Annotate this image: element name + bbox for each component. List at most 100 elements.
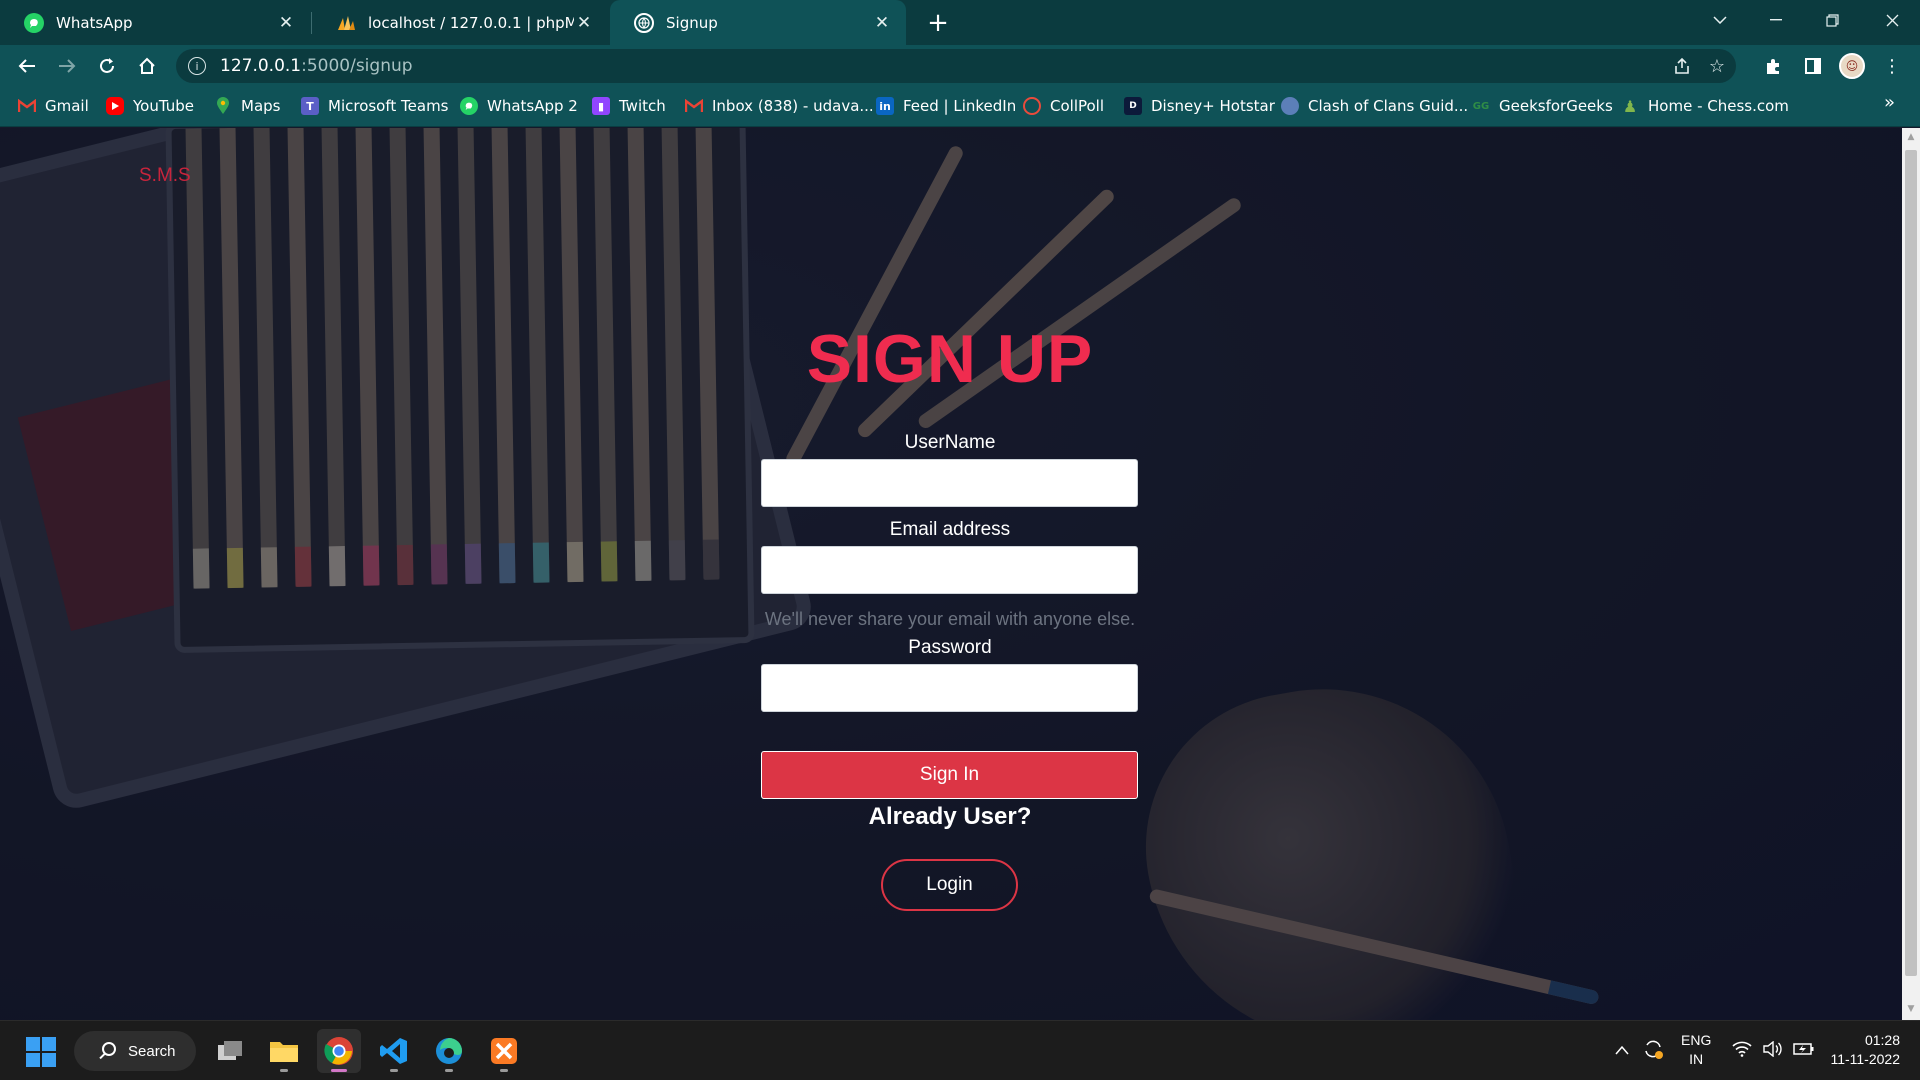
email-input[interactable] bbox=[761, 546, 1138, 594]
bookmark-label: Home - Chess.com bbox=[1648, 97, 1789, 115]
hotstar-icon: D bbox=[1124, 97, 1142, 115]
chrome-icon[interactable] bbox=[317, 1029, 361, 1073]
tab-search-chevron-icon[interactable] bbox=[1692, 0, 1748, 40]
sign-in-button[interactable]: Sign In bbox=[761, 751, 1138, 799]
bookmark-label: GeeksforGeeks bbox=[1499, 97, 1613, 115]
scroll-up-arrow-icon[interactable]: ▲ bbox=[1906, 132, 1916, 142]
side-panel-icon[interactable] bbox=[1799, 52, 1827, 80]
language-indicator[interactable]: ENG IN bbox=[1681, 1031, 1711, 1069]
system-clock[interactable]: 01:28 11-11-2022 bbox=[1826, 1031, 1900, 1069]
wifi-icon[interactable] bbox=[1732, 1041, 1752, 1061]
bookmark-label: Twitch bbox=[619, 97, 666, 115]
page-scrollbar[interactable]: ▲ ▼ bbox=[1902, 128, 1920, 1020]
restore-button[interactable] bbox=[1804, 0, 1860, 40]
forward-button[interactable] bbox=[51, 50, 83, 82]
bookmarks-bar: Gmail YouTube Maps T Microsoft Teams Wha… bbox=[0, 87, 1920, 127]
file-explorer-icon[interactable] bbox=[262, 1029, 306, 1073]
url-path: :5000/signup bbox=[301, 56, 413, 76]
new-tab-button[interactable]: + bbox=[922, 7, 954, 39]
home-button[interactable] bbox=[131, 50, 163, 82]
username-input[interactable] bbox=[761, 459, 1138, 507]
active-indicator bbox=[331, 1069, 347, 1072]
sync-update-icon[interactable] bbox=[1642, 1038, 1664, 1064]
search-icon bbox=[102, 1042, 116, 1056]
kebab-menu-icon[interactable]: ⋮ bbox=[1878, 52, 1906, 80]
browser-toolbar: i 127.0.0.1:5000/signup ☆ ⋮ bbox=[0, 45, 1920, 87]
vscode-icon[interactable] bbox=[372, 1029, 416, 1073]
chess-pawn-icon: ♟ bbox=[1622, 96, 1638, 116]
close-icon[interactable]: ✕ bbox=[872, 13, 892, 33]
bookmark-inbox[interactable]: Inbox (838) - udava... bbox=[685, 87, 874, 125]
password-input[interactable] bbox=[761, 664, 1138, 712]
address-bar[interactable]: i 127.0.0.1:5000/signup ☆ bbox=[176, 49, 1736, 83]
bookmark-whatsapp-2[interactable]: WhatsApp 2 bbox=[460, 87, 578, 125]
clock-date: 11-11-2022 bbox=[1830, 1051, 1900, 1067]
page-title: SIGN UP bbox=[806, 321, 1094, 397]
scrollbar-thumb[interactable] bbox=[1905, 150, 1917, 976]
bookmark-label: Inbox (838) - udava... bbox=[712, 97, 874, 115]
bookmark-gmail[interactable]: Gmail bbox=[18, 87, 89, 125]
close-icon[interactable]: ✕ bbox=[276, 13, 296, 33]
bookmark-label: Microsoft Teams bbox=[328, 97, 449, 115]
search-label: Search bbox=[128, 1042, 176, 1060]
profile-avatar[interactable]: ☺ bbox=[1839, 53, 1865, 79]
bookmark-linkedin[interactable]: in Feed | LinkedIn bbox=[876, 87, 1016, 125]
bookmark-star-icon[interactable]: ☆ bbox=[1706, 55, 1728, 77]
battery-icon[interactable] bbox=[1793, 1041, 1815, 1061]
brand-logo-text[interactable]: S.M.S bbox=[139, 165, 191, 187]
bookmark-label: Feed | LinkedIn bbox=[903, 97, 1017, 115]
tab-signup[interactable]: Signup ✕ bbox=[610, 0, 906, 45]
bookmark-collpoll[interactable]: CollPoll bbox=[1023, 87, 1104, 125]
tab-title: localhost / 127.0.0.1 | phpMyAdmin bbox=[368, 13, 574, 32]
taskbar-search[interactable]: Search bbox=[74, 1031, 196, 1071]
gmail-icon bbox=[18, 97, 36, 115]
close-window-button[interactable] bbox=[1864, 0, 1920, 40]
whatsapp-icon bbox=[460, 97, 478, 115]
running-indicator bbox=[280, 1069, 288, 1072]
whatsapp-icon bbox=[24, 12, 44, 33]
teams-icon: T bbox=[301, 97, 319, 115]
password-label: Password bbox=[908, 637, 992, 658]
language-code: ENG bbox=[1681, 1032, 1712, 1048]
bookmark-geeksforgeeks[interactable]: GG GeeksforGeeks bbox=[1472, 87, 1613, 125]
bookmark-maps[interactable]: Maps bbox=[214, 87, 280, 125]
task-view-icon[interactable] bbox=[208, 1029, 252, 1073]
clash-icon bbox=[1281, 97, 1299, 115]
bookmark-label: CollPoll bbox=[1050, 97, 1105, 115]
scroll-down-arrow-icon[interactable]: ▼ bbox=[1906, 1004, 1916, 1014]
tray-chevron-up-icon[interactable] bbox=[1615, 1041, 1629, 1059]
running-indicator bbox=[500, 1069, 508, 1072]
running-indicator bbox=[445, 1069, 453, 1072]
bookmark-clash-of-clans[interactable]: Clash of Clans Guid... bbox=[1281, 87, 1468, 125]
bookmark-twitch[interactable]: ▮ Twitch bbox=[592, 87, 666, 125]
tab-whatsapp[interactable]: WhatsApp ✕ bbox=[0, 0, 310, 45]
windows-taskbar: Search ENG IN 01:28 11-11-2022 bbox=[0, 1020, 1920, 1080]
bookmark-hotstar[interactable]: D Disney+ Hotstar bbox=[1124, 87, 1275, 125]
bookmark-microsoft-teams[interactable]: T Microsoft Teams bbox=[301, 87, 449, 125]
more-bookmarks-icon[interactable]: » bbox=[1884, 92, 1895, 113]
maps-icon bbox=[214, 97, 232, 115]
site-info-icon[interactable]: i bbox=[188, 57, 206, 75]
bookmark-label: Maps bbox=[241, 97, 281, 115]
login-button[interactable]: Login bbox=[881, 859, 1018, 911]
windows-start-icon[interactable] bbox=[26, 1037, 56, 1067]
clock-time: 01:28 bbox=[1864, 1032, 1900, 1048]
reload-button[interactable] bbox=[91, 50, 123, 82]
bookmark-chess[interactable]: ♟ Home - Chess.com bbox=[1621, 87, 1789, 125]
volume-icon[interactable] bbox=[1762, 1040, 1782, 1061]
minimize-button[interactable] bbox=[1748, 0, 1804, 40]
tab-phpmyadmin[interactable]: localhost / 127.0.0.1 | phpMyAdmin ✕ bbox=[312, 0, 608, 45]
extensions-puzzle-icon[interactable] bbox=[1759, 52, 1787, 80]
gmail-icon bbox=[685, 97, 703, 115]
back-button[interactable] bbox=[11, 50, 43, 82]
edge-icon[interactable] bbox=[427, 1029, 471, 1073]
bookmark-label: WhatsApp 2 bbox=[487, 97, 578, 115]
collpoll-icon bbox=[1023, 97, 1041, 115]
xampp-icon[interactable] bbox=[482, 1029, 526, 1073]
url-text: 127.0.0.1:5000/signup bbox=[220, 56, 413, 76]
bookmark-youtube[interactable]: YouTube bbox=[106, 87, 194, 125]
twitch-icon: ▮ bbox=[592, 97, 610, 115]
bookmark-label: Gmail bbox=[45, 97, 89, 115]
share-icon[interactable] bbox=[1671, 55, 1693, 77]
close-icon[interactable]: ✕ bbox=[574, 13, 594, 33]
